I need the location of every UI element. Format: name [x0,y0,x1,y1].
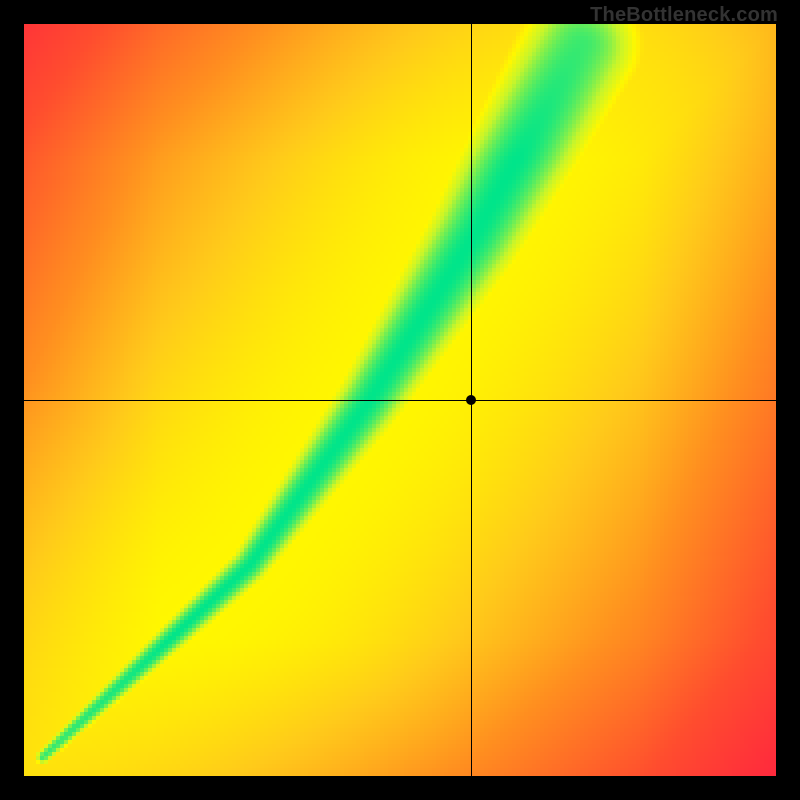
crosshair-point-marker [466,395,476,405]
crosshair-horizontal [24,400,776,401]
watermark-text: TheBottleneck.com [590,4,778,27]
plot-area [24,24,776,776]
chart-frame: TheBottleneck.com [0,0,800,800]
